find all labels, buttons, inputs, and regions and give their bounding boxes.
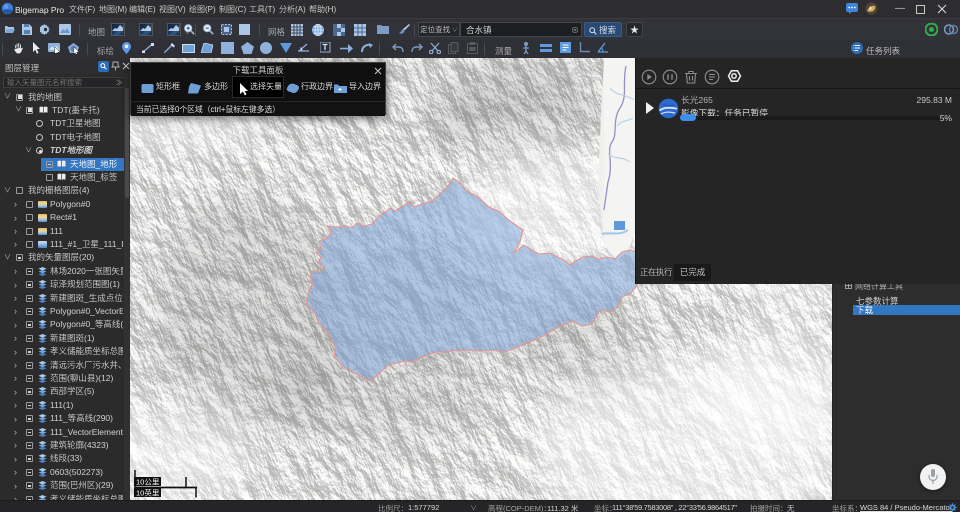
svg-text:10公里: 10公里 <box>136 478 160 487</box>
svg-text:10英里: 10英里 <box>136 488 160 498</box>
